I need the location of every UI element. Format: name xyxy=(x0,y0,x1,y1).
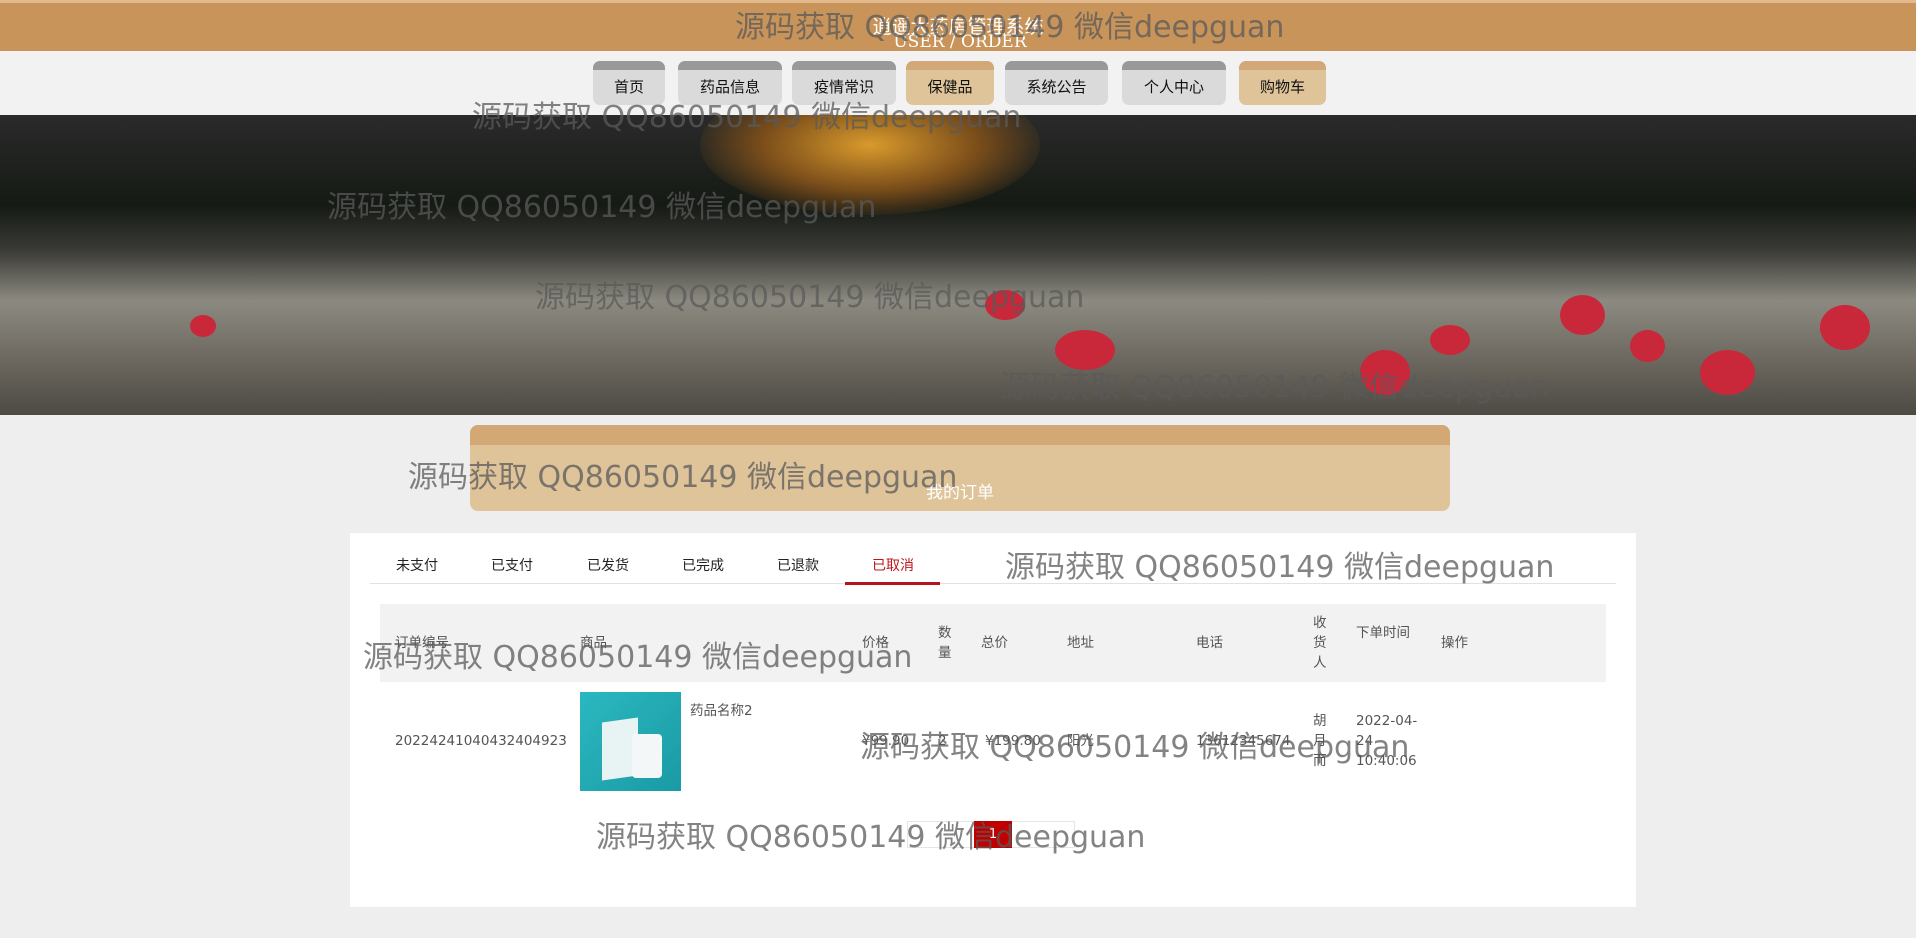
tab-unpaid[interactable]: 未支付 xyxy=(396,555,438,575)
section-title-cn: 我的订单 xyxy=(926,483,994,503)
col-total: 总价 xyxy=(981,635,1008,651)
product-image[interactable] xyxy=(580,692,681,791)
active-tab-indicator xyxy=(845,582,940,585)
nav-home[interactable]: 首页 xyxy=(593,61,665,105)
orders-panel xyxy=(350,533,1636,907)
section-title-en: USER / ORDER xyxy=(893,32,1027,52)
order-no: 20224241040432404923 xyxy=(395,733,567,749)
col-order-time: 下单时间 xyxy=(1356,625,1410,641)
receiver: 胡月而 xyxy=(1313,713,1327,769)
nav-health-products[interactable]: 保健品 xyxy=(906,61,994,105)
col-action: 操作 xyxy=(1441,635,1468,651)
tab-completed[interactable]: 已完成 xyxy=(682,555,724,575)
col-product: 商品 xyxy=(580,635,607,651)
tab-cancelled[interactable]: 已取消 xyxy=(872,555,914,575)
tab-shipped[interactable]: 已发货 xyxy=(587,555,629,575)
tab-refunded[interactable]: 已退款 xyxy=(777,555,819,575)
address: 阳光 xyxy=(1067,733,1094,749)
price: ¥99.90 xyxy=(862,733,910,749)
order-time: 2022-04-24 10:40:06 xyxy=(1356,713,1418,769)
nav-announcements[interactable]: 系统公告 xyxy=(1005,61,1108,105)
phone: 13612345674 xyxy=(1196,733,1291,749)
product-name[interactable]: 药品名称2 xyxy=(690,701,753,721)
nav-cart[interactable]: 购物车 xyxy=(1239,61,1326,105)
nav-epidemic[interactable]: 疫情常识 xyxy=(792,61,896,105)
tab-paid[interactable]: 已支付 xyxy=(491,555,533,575)
col-qty: 数量 xyxy=(938,625,952,661)
total: ¥199.80 xyxy=(985,733,1041,749)
col-price: 价格 xyxy=(862,635,889,651)
col-order-no: 订单编号 xyxy=(395,635,449,651)
tab-divider xyxy=(370,583,1616,584)
col-address: 地址 xyxy=(1067,635,1094,651)
banner-image xyxy=(0,115,1916,415)
page-button-current[interactable]: 1 xyxy=(974,821,1012,848)
quantity: 2 xyxy=(938,733,947,749)
col-receiver: 收货人 xyxy=(1313,615,1327,671)
nav-personal-center[interactable]: 个人中心 xyxy=(1122,61,1226,105)
col-phone: 电话 xyxy=(1196,635,1223,651)
nav-drug-info[interactable]: 药品信息 xyxy=(678,61,782,105)
